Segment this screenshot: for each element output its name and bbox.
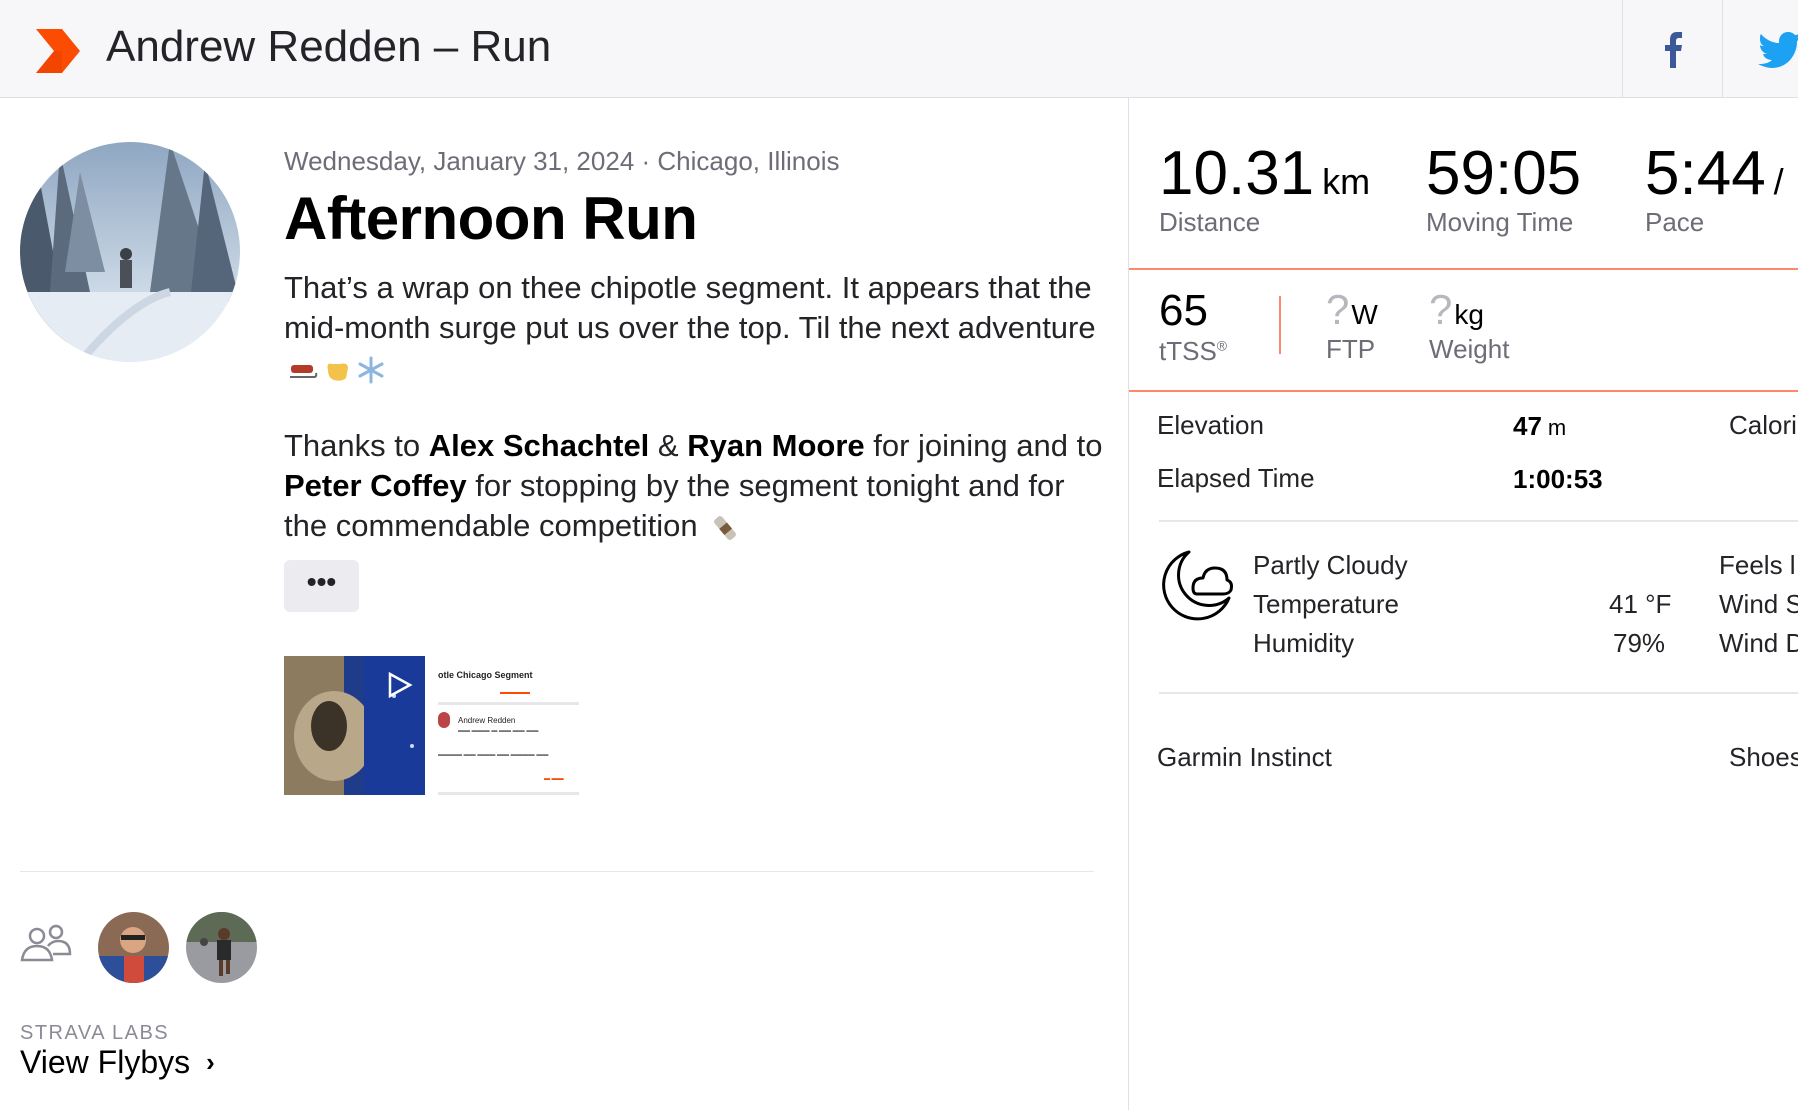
twitter-icon — [1758, 32, 1798, 68]
stats-divider — [1129, 390, 1798, 392]
thumb-small-text: ▬▬▬▬ ▬▬ ▬▬▬ ▬▬ ▬▬▬▬ ▬▬ — [438, 752, 549, 758]
call-me-hand-emoji-icon — [327, 363, 348, 381]
section-divider — [1159, 520, 1798, 522]
thumb-divider — [438, 792, 579, 795]
thumb-accent — [500, 692, 530, 694]
activity-summary: Wednesday, January 31, 2024 · Chicago, I… — [0, 98, 1128, 1110]
share-facebook-button[interactable] — [1622, 0, 1723, 98]
description-text-1: That’s a wrap on thee chipotle segment. … — [284, 270, 1096, 345]
thumb-divider — [438, 702, 579, 705]
elevation-value: 47 m — [1513, 411, 1566, 442]
distance-label: Distance — [1159, 207, 1261, 237]
description-paragraph-2: Thanks to Alex Schachtel & Ryan Moore fo… — [284, 426, 1104, 546]
sled-emoji-icon — [290, 364, 318, 378]
athlete-avatar[interactable] — [20, 142, 240, 362]
partly-cloudy-night-icon — [1162, 550, 1233, 621]
snowflake-emoji-icon — [358, 356, 384, 384]
tss-label: tTSS — [1159, 336, 1217, 366]
moving-time-label: Moving Time — [1426, 207, 1574, 237]
pace-label: Pace — [1645, 207, 1705, 237]
chevron-right-icon: › — [206, 1047, 215, 1077]
wind-direction-label: Wind D — [1719, 628, 1798, 658]
activity-title: Afternoon Run — [284, 185, 698, 252]
thumb-avatar — [438, 712, 450, 728]
bottle-emoji-icon — [714, 515, 737, 540]
elapsed-time-label: Elapsed Time — [1157, 463, 1315, 493]
mention-alex-schachtel[interactable]: Alex Schachtel — [429, 428, 650, 463]
humidity-value: 79% — [1613, 628, 1666, 658]
weight-value: ? — [1429, 286, 1453, 333]
elevation-number: 47 — [1513, 411, 1542, 441]
moving-time-value: 59:05 — [1426, 139, 1582, 208]
elevation-unit: m — [1547, 415, 1567, 440]
description-text: & — [649, 428, 688, 463]
strava-labs-label: STRAVA LABS — [20, 1022, 170, 1044]
wind-speed-label: Wind S — [1719, 589, 1798, 619]
thumb-small-text: ▬▬ ▬▬▬ ▬ ▬▬ ▬▬ ▬▬ — [458, 728, 539, 734]
registered-mark: ® — [1216, 337, 1228, 354]
temperature-value: 41 °F — [1609, 589, 1672, 619]
description-text: Thanks to — [284, 428, 429, 463]
activity-description: That’s a wrap on thee chipotle segment. … — [284, 268, 1104, 546]
tss-value: 65 — [1159, 286, 1208, 335]
group-athlete-avatar[interactable] — [186, 912, 257, 983]
stats-divider — [1129, 268, 1798, 270]
share-twitter-button[interactable] — [1722, 0, 1798, 98]
ftp-value: ? — [1326, 286, 1350, 333]
play-icon — [388, 671, 413, 699]
stat-weight[interactable]: ?kg Weight — [1429, 286, 1509, 365]
weather-condition: Partly Cloudy — [1253, 550, 1408, 580]
group-athletes-icon — [20, 924, 72, 962]
view-flybys-link[interactable]: View Flybys › — [20, 1044, 215, 1081]
elapsed-time-value: 1:00:53 — [1513, 464, 1603, 494]
pace-unit: / — [1773, 161, 1784, 202]
group-athlete-avatar[interactable] — [98, 912, 169, 983]
stats-vertical-divider — [1279, 296, 1281, 354]
stat-moving-time: 59:05 Moving Time — [1426, 138, 1581, 238]
ftp-label: FTP — [1326, 334, 1376, 364]
section-divider — [20, 871, 1094, 872]
device-name: Garmin Instinct — [1157, 742, 1332, 772]
shoes-label[interactable]: Shoes — [1729, 742, 1798, 773]
section-divider — [1159, 692, 1798, 694]
stats-panel: 10.31 km Distance 59:05 Moving Time 5:44/… — [1128, 98, 1798, 1110]
strava-chevron-logo[interactable] — [34, 27, 82, 75]
more-options-button[interactable]: ••• — [284, 560, 359, 612]
weight-unit: kg — [1454, 299, 1484, 330]
thumb-segment-title: otle Chicago Segment — [438, 670, 533, 680]
pace-value: 5:44 — [1645, 139, 1766, 208]
description-text: for joining and to — [864, 428, 1103, 463]
ftp-unit: W — [1351, 299, 1378, 330]
weight-label: Weight — [1429, 334, 1510, 364]
feels-like-label: Feels l — [1719, 550, 1796, 580]
media-thumbnail-video[interactable] — [284, 656, 425, 795]
activity-date-location: Wednesday, January 31, 2024 · Chicago, I… — [284, 146, 840, 176]
humidity-label: Humidity — [1253, 628, 1355, 658]
page-title: Andrew Redden – Run — [106, 22, 552, 71]
avatar-photo — [20, 142, 240, 362]
athlete-photo — [98, 912, 169, 983]
distance-value: 10.31 — [1159, 139, 1315, 208]
stat-pace: 5:44/ Pace — [1645, 138, 1784, 238]
media-thumbnail-screenshot[interactable]: otle Chicago Segment Andrew Redden ▬▬ ▬▬… — [438, 656, 579, 795]
stat-ftp[interactable]: ?W FTP — [1326, 286, 1378, 365]
calories-label: Calori — [1729, 410, 1797, 440]
stat-distance: 10.31 km Distance — [1159, 138, 1370, 238]
mention-ryan-moore[interactable]: Ryan Moore — [687, 428, 864, 463]
view-flybys-label: View Flybys — [20, 1044, 191, 1080]
distance-unit: km — [1322, 161, 1371, 202]
athlete-photo — [186, 912, 257, 983]
elevation-label: Elevation — [1157, 410, 1264, 440]
stat-tss: 65 tTSS® — [1159, 286, 1227, 367]
thumb-athlete-name: Andrew Redden — [458, 716, 516, 725]
temperature-label: Temperature — [1253, 589, 1399, 619]
facebook-icon — [1665, 32, 1682, 68]
thumb-link: ▬ ▬▬ — [544, 776, 564, 782]
description-paragraph-1: That’s a wrap on thee chipotle segment. … — [284, 268, 1104, 388]
mention-peter-coffey[interactable]: Peter Coffey — [284, 468, 467, 503]
top-bar: Andrew Redden – Run — [0, 0, 1798, 98]
